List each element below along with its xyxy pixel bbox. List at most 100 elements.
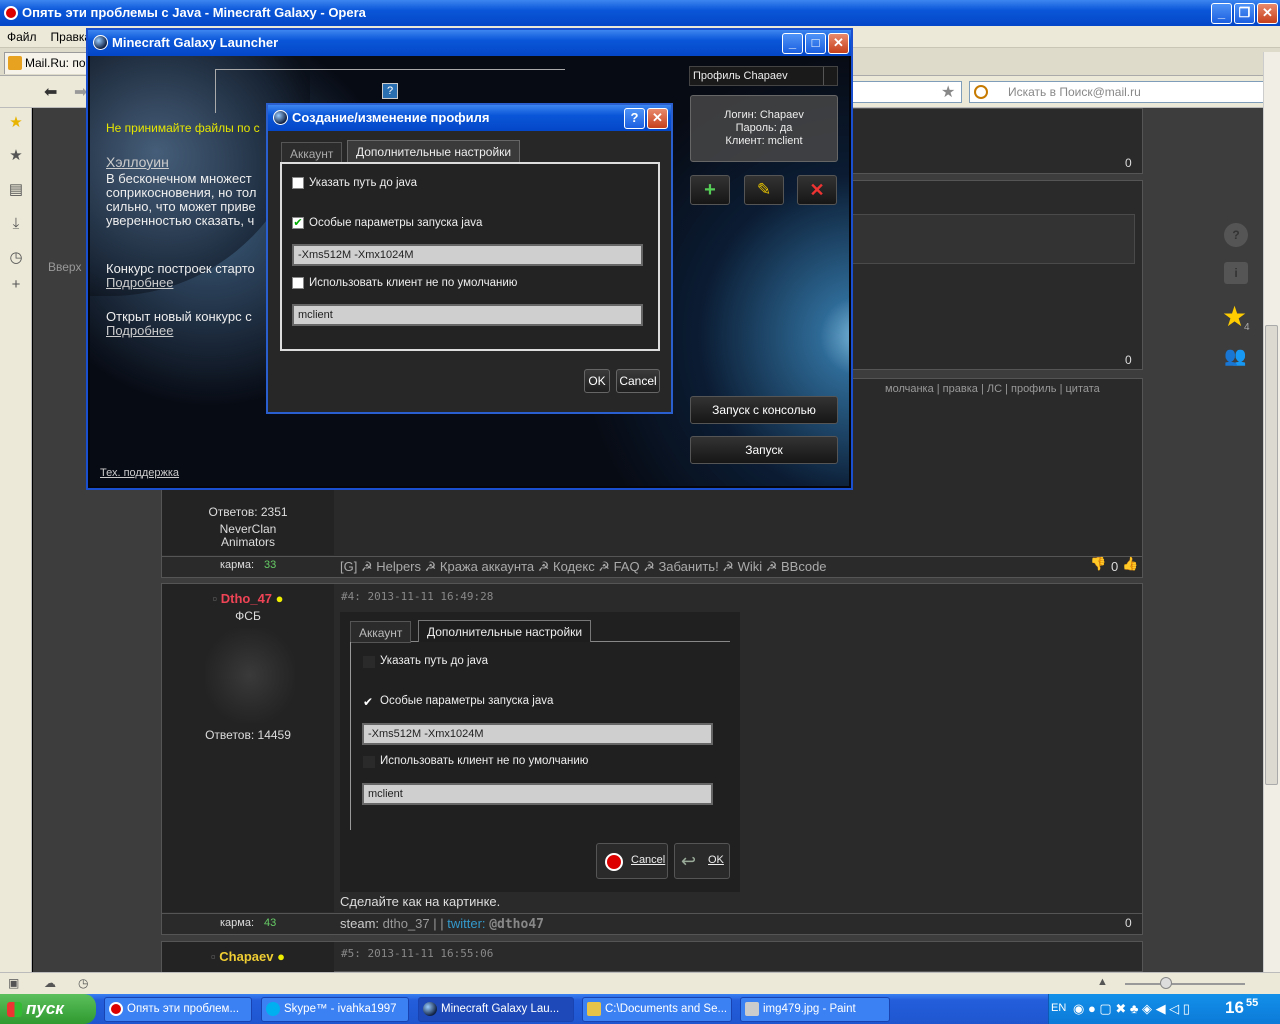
launcher-close-button[interactable]: ✕ xyxy=(828,33,849,54)
tab-account[interactable]: Аккаунт xyxy=(281,142,343,164)
task-opera[interactable]: Опять эти проблем... xyxy=(104,997,252,1022)
post-3-answers: Ответов: 2351 xyxy=(208,505,288,519)
close-button[interactable]: ✕ xyxy=(1257,3,1278,24)
bookmarks-icon[interactable]: ★ xyxy=(7,114,25,132)
post-3-vote-count: 0 xyxy=(1111,559,1119,574)
profile-login: Логин: Chapaev xyxy=(724,109,804,121)
history-icon[interactable]: ◷ xyxy=(7,249,25,267)
scroll-up-link[interactable]: Вверх xyxy=(48,260,81,274)
checkbox-custom-client[interactable] xyxy=(292,277,304,289)
search-input[interactable]: Искать в Поиск@mail.ru xyxy=(969,81,1273,103)
launcher-minimize-button[interactable]: _ xyxy=(782,33,803,54)
news-1-line-2: соприкосновения, но тол xyxy=(106,185,257,200)
post-3-signature-links[interactable]: [G] ☭ Helpers ☭ Кража аккаунта ☭ Кодекс … xyxy=(340,559,827,575)
post-5-author[interactable]: ▫ Chapaev ● xyxy=(162,949,334,964)
img-params-field: -Xms512M -Xmx1024M xyxy=(362,723,713,745)
downloads-icon[interactable]: ⤓ xyxy=(7,215,25,233)
img-panel-border xyxy=(350,642,351,830)
java-params-input[interactable]: -Xms512M -Xmx1024M xyxy=(292,244,643,266)
broken-image-icon: ? xyxy=(382,83,398,99)
post-4-karma-value: 43 xyxy=(264,917,277,929)
zoom-slider[interactable] xyxy=(1125,983,1245,985)
img-label-java-path: Указать путь до java xyxy=(380,655,489,667)
menu-file[interactable]: Файл xyxy=(0,26,44,48)
task-explorer[interactable]: C:\Documents and Se... xyxy=(582,997,732,1022)
panel-toggle-icon[interactable]: ▣ xyxy=(8,976,19,990)
cancel-button[interactable]: Cancel xyxy=(616,369,660,393)
add-profile-button[interactable]: + xyxy=(690,175,730,205)
task-skype[interactable]: Skype™ - ivahka1997 xyxy=(261,997,409,1022)
dialog-help-button[interactable]: ? xyxy=(624,108,645,129)
checkbox-java-params[interactable]: ✔ xyxy=(292,217,304,229)
info-icon[interactable]: i xyxy=(1224,262,1248,284)
news-2-text: Конкурс построек старто xyxy=(106,261,255,276)
delete-profile-button[interactable]: ✕ xyxy=(797,175,837,205)
post-3-karma-value: 33 xyxy=(264,559,277,571)
news-2-link[interactable]: Подробнее xyxy=(106,276,173,290)
launcher-warning: Не принимайте файлы по с xyxy=(106,121,260,135)
tray-icons[interactable]: ◉ ● ▢ ✖ ♣ ◈ ◀ ◁ ▯ xyxy=(1073,1001,1190,1017)
users-icon[interactable]: 👥 xyxy=(1224,346,1250,368)
system-tray: EN ◉ ● ▢ ✖ ♣ ◈ ◀ ◁ ▯ 16 55 xyxy=(1048,994,1280,1024)
launcher-title: Minecraft Galaxy Launcher xyxy=(112,35,279,50)
notes-icon[interactable]: ▤ xyxy=(7,181,25,199)
clock-hours: 16 xyxy=(1225,998,1244,1017)
divider xyxy=(162,913,1142,914)
profile-password: Пароль: да xyxy=(735,122,793,134)
news-1-title[interactable]: Хэллоуин xyxy=(106,155,169,169)
post-4-text: Сделайте как на картинке. xyxy=(340,894,501,909)
opera-icon xyxy=(109,1002,123,1016)
bookmark-star-icon[interactable]: ★ xyxy=(941,82,955,102)
post-4-author[interactable]: ▫ Dtho_47 ● xyxy=(162,591,334,606)
maximize-button[interactable]: ❐ xyxy=(1234,3,1255,24)
task-launcher[interactable]: Minecraft Galaxy Lau... xyxy=(418,997,574,1022)
thumbs-up-icon[interactable]: 👍 xyxy=(1122,556,1138,572)
start-button[interactable]: пуск xyxy=(0,994,96,1024)
minimize-button[interactable]: _ xyxy=(1211,3,1232,24)
post-1-count: 0 xyxy=(1125,156,1132,170)
post-3-clan-1: NeverClan xyxy=(219,522,277,536)
launcher-icon xyxy=(423,1002,437,1016)
launcher-titlebar: Minecraft Galaxy Launcher xyxy=(88,30,851,56)
post-3-clan-2: Animators xyxy=(220,535,276,549)
back-icon[interactable]: ⬅ xyxy=(44,82,57,102)
windows-flag-icon xyxy=(7,1002,22,1017)
tab-mail[interactable]: Mail.Ru: поч xyxy=(4,52,90,74)
edit-profile-button[interactable]: ✎ xyxy=(744,175,784,205)
rating-count: 4 xyxy=(1244,322,1250,333)
dialog-close-button[interactable]: ✕ xyxy=(647,108,668,129)
speed-dial-icon[interactable]: ◷ xyxy=(78,976,88,990)
divider xyxy=(162,556,1142,557)
post-4-signature: steam: dtho_37 | | twitter: @dtho47 xyxy=(340,916,544,932)
add-panel-icon[interactable]: + xyxy=(7,276,25,294)
dialog-title: Создание/изменение профиля xyxy=(292,110,490,125)
profile-select[interactable]: Профиль Chapaev xyxy=(689,66,838,86)
help-icon[interactable]: ? xyxy=(1224,223,1248,247)
scrollbar-thumb[interactable] xyxy=(1265,325,1278,785)
language-indicator[interactable]: EN xyxy=(1051,1002,1066,1014)
zoom-slider-thumb[interactable] xyxy=(1160,977,1172,989)
launch-console-button[interactable]: Запуск с консолью xyxy=(690,396,838,424)
checkbox-java-path[interactable] xyxy=(292,177,304,189)
tab-advanced[interactable]: Дополнительные настройки xyxy=(347,140,521,164)
post-4-count: 0 xyxy=(1125,916,1132,930)
support-link[interactable]: Тех. поддержка xyxy=(100,467,179,479)
post-4-karma-label: карма: xyxy=(220,917,255,929)
launch-button[interactable]: Запуск xyxy=(690,436,838,464)
zoom-up-icon[interactable]: ▲ xyxy=(1097,976,1108,988)
client-input[interactable]: mclient xyxy=(292,304,643,326)
dropdown-divider xyxy=(823,67,824,85)
launcher-maximize-button[interactable]: □ xyxy=(805,33,826,54)
news-3-link[interactable]: Подробнее xyxy=(106,324,173,338)
task-paint[interactable]: img479.jpg - Paint xyxy=(740,997,890,1022)
side-panel: ★ ★ ▤ ⤓ ◷ + xyxy=(0,108,32,972)
thumbs-down-icon[interactable]: 👎 xyxy=(1090,556,1106,572)
post-actions[interactable]: молчанка | правка | ЛС | профиль | цитат… xyxy=(885,383,1100,395)
news-1-line-4: уверенностью сказать, ч xyxy=(106,213,255,228)
img-cancel-label: Cancel xyxy=(631,854,666,866)
turbo-icon[interactable]: ☁ xyxy=(44,976,56,990)
news-1-line-1: В бесконечном множест xyxy=(106,171,252,186)
img-ok-label: OK xyxy=(708,854,724,866)
ok-button[interactable]: OK xyxy=(584,369,610,393)
favorites-icon[interactable]: ★ xyxy=(7,147,25,165)
